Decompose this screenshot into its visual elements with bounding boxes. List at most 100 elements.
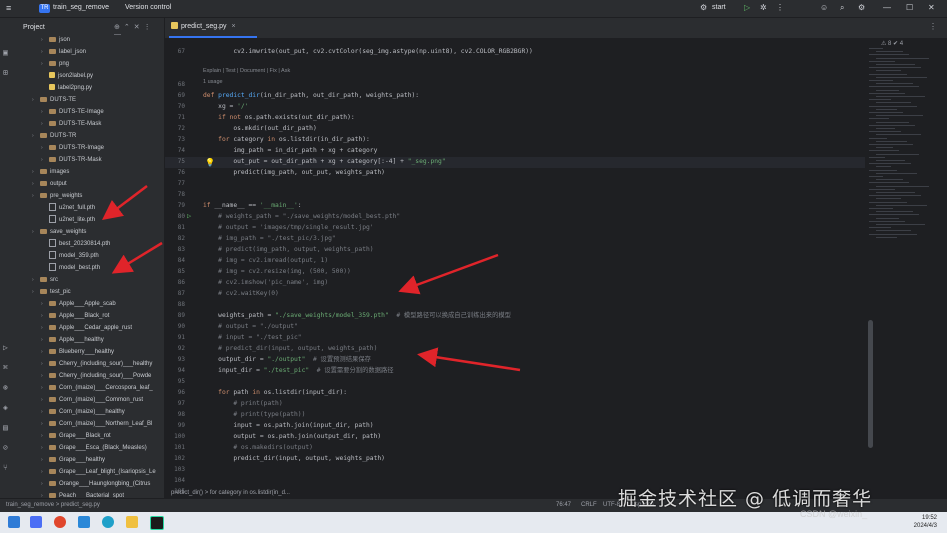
tree-item[interactable]: › Grape___healthy <box>41 454 105 466</box>
tree-item[interactable]: › DUTS-TR-Image <box>41 142 104 154</box>
code-view[interactable]: cv2.imwrite(out_put, cv2.cvtColor(seg_im… <box>203 38 863 488</box>
code-line[interactable]: # img_path = "./test_pic/3.jpg" <box>203 233 336 244</box>
code-line[interactable]: for path in os.listdir(input_dir): <box>203 387 347 398</box>
chevron-right-icon[interactable]: › <box>41 406 49 418</box>
caret-position[interactable]: 76:47 <box>556 499 571 512</box>
code-line[interactable]: # img = cv2.imread(output, 1) <box>203 255 328 266</box>
search-icon[interactable]: ⌕ <box>840 3 844 13</box>
code-line[interactable]: for category in os.listdir(in_dir_path): <box>203 134 370 145</box>
tree-item[interactable]: › DUTS-TR-Mask <box>41 154 102 166</box>
user-icon[interactable]: ☺ <box>820 3 828 12</box>
close-icon[interactable]: ✕ <box>928 3 935 12</box>
tree-item[interactable]: › Grape___Leaf_blight_(Isariopsis_Le <box>41 466 156 478</box>
chevron-right-icon[interactable]: › <box>41 142 49 154</box>
chevron-right-icon[interactable]: › <box>41 310 49 322</box>
settings-gear-icon[interactable]: ⚙ <box>858 3 865 12</box>
file-explorer-icon[interactable] <box>126 516 138 528</box>
code-line[interactable]: # input = "./test_pic" <box>203 332 301 343</box>
chevron-right-icon[interactable]: › <box>32 274 40 286</box>
code-line[interactable]: # cv2.imshow('pic_name', img) <box>203 277 328 288</box>
problems-icon[interactable]: ⊘ <box>3 443 8 452</box>
tree-item[interactable]: › Corn_(maize)___Common_rust <box>41 394 143 406</box>
structure-icon[interactable]: ⊞ <box>3 68 8 77</box>
chevron-right-icon[interactable]: › <box>41 442 49 454</box>
chevron-right-icon[interactable]: › <box>41 418 49 430</box>
chevron-right-icon[interactable]: › <box>32 286 40 298</box>
code-line[interactable]: def predict_dir(in_dir_path, out_dir_pat… <box>203 90 419 101</box>
chevron-right-icon[interactable]: › <box>32 226 40 238</box>
tree-item[interactable]: best_20230814.pth <box>41 238 110 250</box>
project-folder-icon[interactable]: ▣ <box>3 48 8 57</box>
chevron-right-icon[interactable]: › <box>41 430 49 442</box>
usages-hint[interactable]: 1 usage <box>203 77 223 88</box>
chevron-right-icon[interactable]: › <box>41 394 49 406</box>
code-line[interactable]: predict(img_path, out_put, weights_path) <box>203 167 385 178</box>
chevron-right-icon[interactable]: › <box>41 334 49 346</box>
tree-item[interactable]: › Orange___Haunglongbing_(Citrus <box>41 478 150 490</box>
chevron-right-icon[interactable]: › <box>41 34 49 46</box>
code-line[interactable]: # print(path) <box>203 398 282 409</box>
code-line[interactable]: # predict_dir(input, output, weights_pat… <box>203 343 377 354</box>
run-config-dropdown[interactable]: start <box>712 4 726 11</box>
chevron-right-icon[interactable]: › <box>41 118 49 130</box>
tree-item[interactable]: › Grape___Black_rot <box>41 430 111 442</box>
tree-item[interactable]: › DUTS-TE-Mask <box>41 118 101 130</box>
tree-item[interactable]: u2net_full.pth <box>41 202 95 214</box>
project-panel-title[interactable]: Project <box>23 24 45 31</box>
chevron-right-icon[interactable]: › <box>32 190 40 202</box>
maximize-icon[interactable]: ☐ <box>906 3 913 12</box>
tree-item[interactable]: › Apple___Cedar_apple_rust <box>41 322 132 334</box>
code-line[interactable]: cv2.imwrite(out_put, cv2.cvtColor(seg_im… <box>203 46 533 57</box>
python-console-icon[interactable]: ⌘ <box>3 363 8 372</box>
breadcrumb-context[interactable]: for category in os.listdir(in_d... <box>210 490 290 496</box>
code-line[interactable]: img_path = in_dir_path + xg + category <box>203 145 377 156</box>
tree-item[interactable]: › DUTS-TE <box>32 94 76 106</box>
layers-icon[interactable]: ◈ <box>3 403 8 412</box>
code-line[interactable]: xg = '/' <box>203 101 248 112</box>
tree-item[interactable]: › Apple___Apple_scab <box>41 298 116 310</box>
tree-item[interactable]: › Corn_(maize)___Northern_Leaf_Bl <box>41 418 152 430</box>
code-line[interactable]: output = os.path.join(output_dir, path) <box>203 431 381 442</box>
code-line[interactable]: # output = "./output" <box>203 321 298 332</box>
run-tool-icon[interactable]: ▷ <box>3 343 8 352</box>
pycharm-icon[interactable] <box>150 516 164 530</box>
code-line[interactable]: # cv2.waitKey(0) <box>203 288 279 299</box>
minimap[interactable] <box>869 38 939 478</box>
taskbar-app-icon[interactable] <box>30 516 42 528</box>
ai-actions-hint[interactable]: Explain | Test | Document | Fix | Ask <box>203 66 290 77</box>
chevron-right-icon[interactable]: › <box>41 478 49 490</box>
more-actions-icon[interactable]: ⋮ <box>776 3 784 12</box>
chevron-right-icon[interactable]: › <box>32 178 40 190</box>
tree-item[interactable]: › Grape___Esca_(Black_Measles) <box>41 442 147 454</box>
tree-item[interactable]: › Apple___Black_rot <box>41 310 109 322</box>
tree-item[interactable]: › images <box>32 166 69 178</box>
tab-options-icon[interactable]: ⋮ <box>929 22 937 31</box>
chevron-right-icon[interactable]: › <box>41 454 49 466</box>
chevron-right-icon[interactable]: › <box>41 322 49 334</box>
chevron-right-icon[interactable]: › <box>41 466 49 478</box>
code-line[interactable]: predict_dir(input, output, weights_path) <box>203 453 385 464</box>
chevron-right-icon[interactable]: › <box>41 370 49 382</box>
chevron-right-icon[interactable]: › <box>32 94 40 106</box>
chevron-right-icon[interactable]: › <box>41 382 49 394</box>
run-gutter-icon[interactable]: ▷ <box>187 212 191 220</box>
tree-item[interactable]: › output <box>32 178 67 190</box>
code-line[interactable]: # os.makedirs(output) <box>203 442 313 453</box>
vertical-scrollbar[interactable] <box>868 320 873 448</box>
code-line[interactable]: output_dir = "./output" # 设置预测结果保存 <box>203 354 371 365</box>
tree-item[interactable]: › DUTS-TR <box>32 130 76 142</box>
tree-item[interactable]: › save_weights <box>32 226 86 238</box>
system-clock[interactable]: 19:52 2024/4/3 <box>914 514 937 530</box>
chevron-right-icon[interactable]: › <box>41 154 49 166</box>
code-line[interactable]: # predict(img_path, output, weights_path… <box>203 244 373 255</box>
chevron-right-icon[interactable]: › <box>41 46 49 58</box>
tree-item[interactable]: › DUTS-TE-Image <box>41 106 104 118</box>
code-line[interactable]: input = os.path.join(input_dir, path) <box>203 420 373 431</box>
project-name-dropdown[interactable]: train_seg_remove <box>53 4 109 11</box>
run-icon[interactable]: ▷ <box>744 3 750 12</box>
tree-item[interactable]: › Apple___healthy <box>41 334 104 346</box>
line-separator[interactable]: CRLF <box>581 499 597 512</box>
minimize-icon[interactable]: — <box>883 3 891 12</box>
services-icon[interactable]: ⊛ <box>3 383 8 392</box>
tree-item[interactable]: json2label.py <box>41 70 93 82</box>
